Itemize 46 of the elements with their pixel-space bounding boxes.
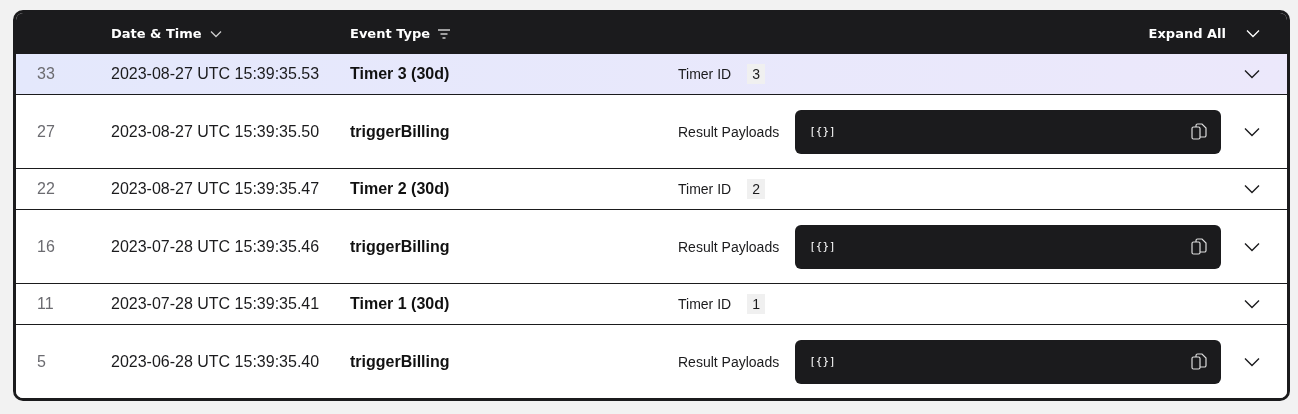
copy-icon[interactable] xyxy=(1191,353,1207,370)
detail-label: Timer ID xyxy=(678,181,732,197)
payload-code: [{}] xyxy=(809,125,837,138)
detail-label: Timer ID xyxy=(678,296,732,312)
chevron-down-icon[interactable] xyxy=(1244,299,1260,309)
chevron-down-icon xyxy=(209,29,222,38)
event-type: triggerBilling xyxy=(350,352,451,371)
date-time: 2023-08-27 UTC 15:39:35.53 xyxy=(111,65,321,83)
chevron-down-icon[interactable] xyxy=(1244,126,1260,137)
expand-all-button[interactable]: Expand All xyxy=(1148,26,1260,41)
event-type: Timer 2 (30d) xyxy=(350,180,451,198)
chevron-down-icon[interactable] xyxy=(1244,356,1260,367)
chevron-down-icon[interactable] xyxy=(1244,241,1260,252)
event-type: triggerBilling xyxy=(350,237,451,256)
detail-label: Result Payloads xyxy=(678,123,780,140)
detail-label: Timer ID xyxy=(678,66,732,82)
filter-icon xyxy=(438,28,451,39)
payload-code: [{}] xyxy=(809,240,837,253)
date-time: 2023-07-28 UTC 15:39:35.46 xyxy=(111,237,321,256)
date-time: 2023-08-27 UTC 15:39:35.47 xyxy=(111,180,321,198)
event-type: Timer 3 (30d) xyxy=(350,65,451,83)
timer-id-value: 2 xyxy=(747,179,765,199)
row-number: 22 xyxy=(37,180,56,198)
column-header[interactable]: Event Type xyxy=(350,26,678,41)
timer-id-value: 1 xyxy=(747,294,765,314)
chevron-down-icon[interactable] xyxy=(1244,69,1260,79)
detail-label: Result Payloads xyxy=(678,353,780,370)
event-type: Timer 1 (30d) xyxy=(350,295,451,313)
event-type: triggerBilling xyxy=(350,122,451,141)
event-row[interactable]: 33 2023-08-27 UTC 15:39:35.53 Timer 3 (30d) Timer ID 3 xyxy=(16,54,1287,95)
chevron-down-icon[interactable] xyxy=(1244,184,1260,194)
column-header[interactable]: Date & Time xyxy=(111,26,350,41)
row-number: 33 xyxy=(37,65,56,83)
payload-code: [{}] xyxy=(809,355,837,368)
row-number: 27 xyxy=(37,122,56,141)
row-number: 16 xyxy=(37,237,56,256)
date-time: 2023-06-28 UTC 15:39:35.40 xyxy=(111,352,321,371)
date-time: 2023-08-27 UTC 15:39:35.50 xyxy=(111,122,321,141)
timer-id-value: 3 xyxy=(747,64,765,84)
copy-icon[interactable] xyxy=(1191,238,1207,255)
detail-label: Result Payloads xyxy=(678,238,780,255)
copy-icon[interactable] xyxy=(1191,123,1207,140)
row-number: 11 xyxy=(37,295,55,313)
row-number: 5 xyxy=(37,352,47,371)
chevron-down-icon xyxy=(1246,29,1260,38)
date-time: 2023-07-28 UTC 15:39:35.41 xyxy=(111,295,321,313)
